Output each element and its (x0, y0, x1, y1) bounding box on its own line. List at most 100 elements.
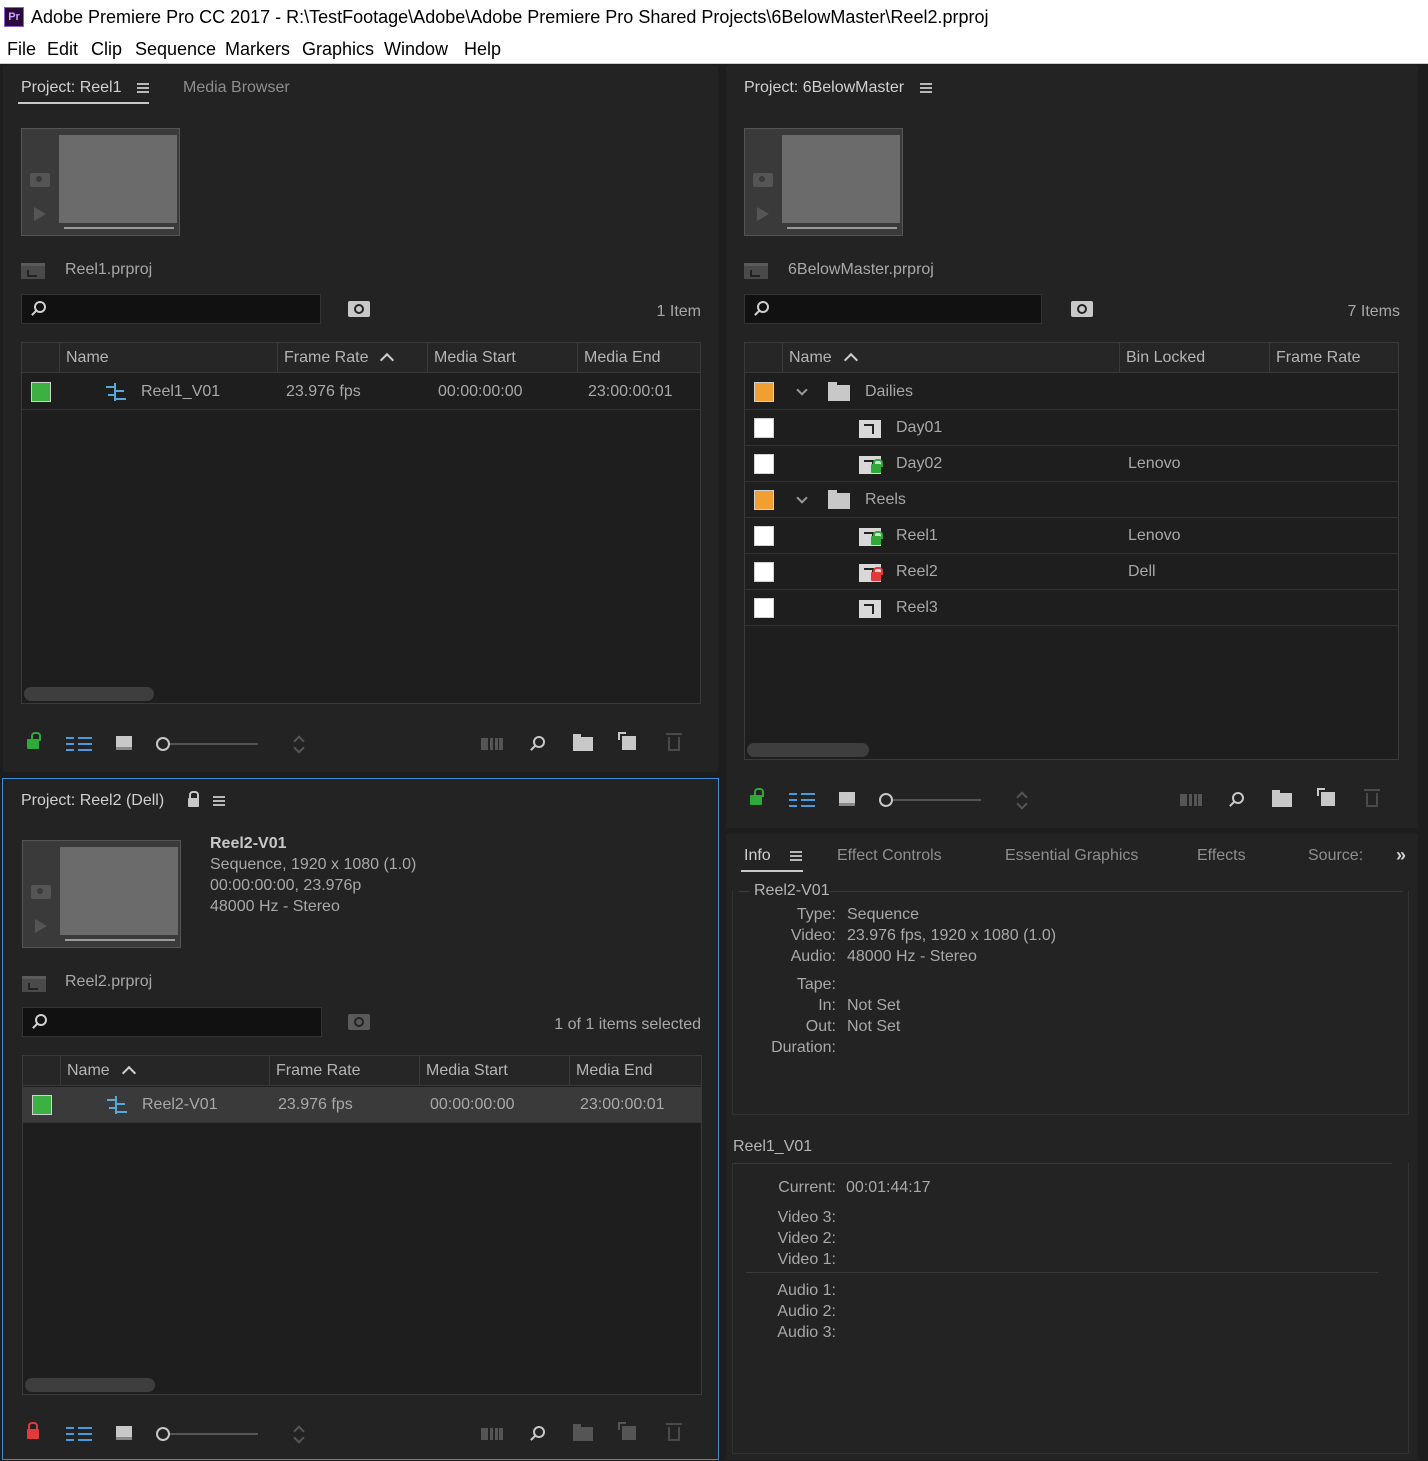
table-row[interactable]: Day01 (745, 410, 1398, 446)
chevron-down-icon[interactable] (796, 492, 808, 504)
find-bin-icon[interactable] (348, 301, 370, 317)
tab-media-browser[interactable]: Media Browser (183, 79, 290, 97)
list-view-icon[interactable] (66, 736, 92, 752)
horizontal-scrollbar[interactable] (25, 1378, 155, 1392)
panel-menu-icon[interactable] (920, 83, 932, 93)
zoom-slider-handle[interactable] (156, 1427, 170, 1441)
label-color-swatch[interactable] (754, 418, 774, 438)
parent-folder-icon[interactable] (744, 263, 768, 279)
sort-icons-icon[interactable] (1017, 791, 1027, 809)
new-item-icon[interactable] (618, 1422, 636, 1440)
tab-project-reel1[interactable]: Project: Reel1 (21, 79, 122, 97)
parent-folder-icon[interactable] (22, 976, 46, 992)
column-frame-rate[interactable]: Frame Rate (1269, 343, 1400, 373)
menu-clip[interactable]: Clip (91, 39, 122, 60)
column-name[interactable]: Name (59, 343, 277, 373)
find-icon[interactable] (1232, 792, 1244, 804)
play-icon[interactable] (35, 919, 47, 933)
new-item-icon[interactable] (618, 732, 636, 750)
tab-effects[interactable]: Effects (1197, 847, 1246, 865)
menu-window[interactable]: Window (384, 39, 448, 60)
horizontal-scrollbar[interactable] (24, 687, 154, 701)
icon-view-icon[interactable] (116, 1426, 132, 1440)
tab-essential-graphics[interactable]: Essential Graphics (1005, 847, 1138, 865)
search-input[interactable] (21, 294, 321, 324)
column-media-end[interactable]: Media End (569, 1056, 703, 1086)
automate-to-sequence-icon[interactable] (1180, 794, 1202, 806)
panel-menu-icon[interactable] (213, 796, 225, 806)
menu-graphics[interactable]: Graphics (302, 39, 374, 60)
table-row[interactable]: Reel2-V01 23.976 fps 00:00:00:00 23:00:0… (23, 1087, 701, 1123)
label-color-swatch[interactable] (754, 598, 774, 618)
menu-file[interactable]: File (7, 39, 36, 60)
find-icon[interactable] (533, 736, 545, 748)
table-row[interactable]: Reel1 Lenovo (745, 518, 1398, 554)
table-row[interactable]: Reel3 (745, 590, 1398, 626)
list-view-icon[interactable] (66, 1426, 92, 1442)
parent-folder-icon[interactable] (21, 263, 45, 279)
label-color-swatch[interactable] (754, 562, 774, 582)
new-bin-icon[interactable] (573, 734, 593, 751)
locked-project-icon[interactable] (27, 1422, 39, 1439)
play-icon[interactable] (757, 207, 769, 221)
zoom-slider-handle[interactable] (156, 737, 170, 751)
column-frame-rate[interactable]: Frame Rate (269, 1056, 419, 1086)
tab-effect-controls[interactable]: Effect Controls (837, 847, 942, 865)
table-row[interactable]: Day02 Lenovo (745, 446, 1398, 482)
label-color-swatch[interactable] (754, 526, 774, 546)
unlocked-project-icon[interactable] (27, 732, 41, 749)
sort-icons-icon[interactable] (294, 735, 304, 753)
zoom-slider-handle[interactable] (879, 793, 893, 807)
table-row[interactable]: Reels (745, 482, 1398, 518)
label-color-swatch[interactable] (754, 490, 774, 510)
find-bin-icon[interactable] (348, 1014, 370, 1030)
find-bin-icon[interactable] (1071, 301, 1093, 317)
search-input[interactable] (22, 1007, 322, 1037)
chevron-down-icon[interactable] (796, 384, 808, 396)
label-color-swatch[interactable] (754, 382, 774, 402)
zoom-slider[interactable] (170, 1433, 258, 1435)
new-item-icon[interactable] (1317, 788, 1335, 806)
menu-sequence[interactable]: Sequence (135, 39, 216, 60)
column-name[interactable]: Name (60, 1056, 269, 1086)
column-media-end[interactable]: Media End (577, 343, 702, 373)
clear-trash-icon[interactable] (666, 733, 682, 751)
play-icon[interactable] (34, 207, 46, 221)
horizontal-scrollbar[interactable] (747, 743, 869, 757)
unlocked-project-icon[interactable] (750, 788, 764, 805)
column-bin-locked[interactable]: Bin Locked (1119, 343, 1269, 373)
search-input[interactable] (744, 294, 1042, 324)
label-color-swatch[interactable] (32, 1095, 52, 1115)
column-media-start[interactable]: Media Start (419, 1056, 569, 1086)
column-frame-rate[interactable]: Frame Rate (277, 343, 427, 373)
automate-to-sequence-icon[interactable] (481, 1428, 503, 1440)
menu-help[interactable]: Help (464, 39, 501, 60)
list-view-icon[interactable] (789, 792, 815, 808)
menu-markers[interactable]: Markers (225, 39, 290, 60)
column-media-start[interactable]: Media Start (427, 343, 577, 373)
tab-project-6belowmaster[interactable]: Project: 6BelowMaster (744, 79, 904, 97)
zoom-slider[interactable] (893, 799, 981, 801)
new-bin-icon[interactable] (1272, 790, 1292, 807)
clear-trash-icon[interactable] (1364, 789, 1380, 807)
automate-to-sequence-icon[interactable] (481, 738, 503, 750)
new-bin-icon[interactable] (573, 1424, 593, 1441)
table-row[interactable]: Reel1_V01 23.976 fps 00:00:00:00 23:00:0… (22, 374, 700, 410)
panel-menu-icon[interactable] (790, 851, 802, 861)
find-icon[interactable] (533, 1426, 545, 1438)
tab-project-reel2[interactable]: Project: Reel2 (Dell) (21, 792, 164, 810)
tab-source[interactable]: Source: (1308, 847, 1363, 865)
column-name[interactable]: Name (782, 343, 1119, 373)
table-row[interactable]: Dailies (745, 374, 1398, 410)
tab-info[interactable]: Info (744, 847, 771, 865)
menu-edit[interactable]: Edit (47, 39, 78, 60)
zoom-slider[interactable] (170, 743, 258, 745)
more-panels-icon[interactable]: » (1396, 846, 1414, 864)
label-color-swatch[interactable] (754, 454, 774, 474)
label-color-swatch[interactable] (31, 382, 51, 402)
icon-view-icon[interactable] (116, 736, 132, 750)
sort-icons-icon[interactable] (294, 1425, 304, 1443)
icon-view-icon[interactable] (839, 792, 855, 806)
table-row[interactable]: Reel2 Dell (745, 554, 1398, 590)
clear-trash-icon[interactable] (666, 1423, 682, 1441)
